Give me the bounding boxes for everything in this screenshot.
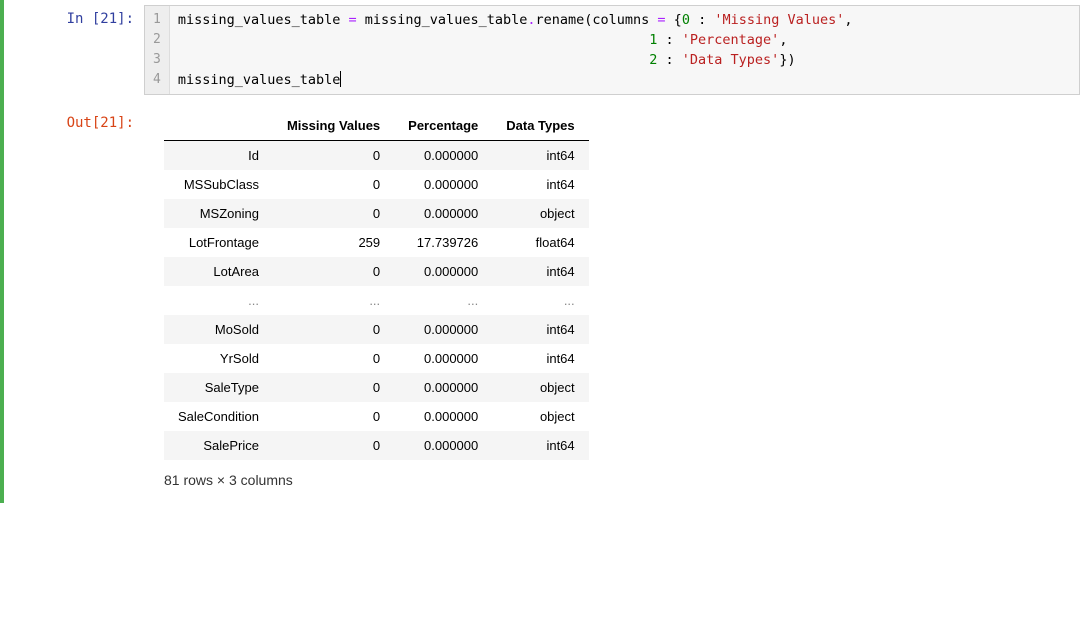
text-cursor: [340, 71, 341, 87]
code-token: missing_values_table: [178, 72, 341, 88]
table-row: SaleType00.000000object: [164, 373, 589, 402]
code-token: 0: [682, 12, 690, 28]
row-index: MSZoning: [164, 199, 273, 228]
dataframe-table: Missing Values Percentage Data Types Id0…: [164, 111, 589, 460]
table-cell: 0.000000: [394, 402, 492, 431]
input-prompt: In [21]:: [4, 5, 144, 27]
table-row: ............: [164, 286, 589, 315]
code-token: rename(columns: [535, 12, 657, 28]
table-cell: 0: [273, 141, 394, 171]
table-cell: 0.000000: [394, 199, 492, 228]
table-cell: int64: [492, 257, 588, 286]
table-cell: object: [492, 402, 588, 431]
code-token: 'Missing Values': [714, 12, 844, 28]
code-token: [178, 32, 649, 48]
code-token: missing_values_table: [357, 12, 528, 28]
code-token: =: [349, 12, 357, 28]
code-token: missing_values_table: [178, 12, 349, 28]
table-cell: int64: [492, 141, 588, 171]
row-index: Id: [164, 141, 273, 171]
table-cell: ...: [492, 286, 588, 315]
table-row: LotFrontage25917.739726float64: [164, 228, 589, 257]
code-token: [178, 52, 649, 68]
code-token: :: [657, 32, 681, 48]
table-cell: 0: [273, 402, 394, 431]
table-cell: 0.000000: [394, 315, 492, 344]
table-cell: int64: [492, 431, 588, 460]
table-row: SaleCondition00.000000object: [164, 402, 589, 431]
table-cell: 0: [273, 344, 394, 373]
gutter-line: 3: [153, 50, 161, 70]
table-cell: object: [492, 199, 588, 228]
table-cell: object: [492, 373, 588, 402]
input-row: In [21]: 1 2 3 4 missing_values_table = …: [4, 5, 1088, 95]
row-index: SaleType: [164, 373, 273, 402]
code-token: {: [666, 12, 682, 28]
output-area: Missing Values Percentage Data Types Id0…: [144, 109, 1088, 498]
output-prompt: Out[21]:: [4, 109, 144, 131]
table-header: Data Types: [492, 111, 588, 141]
table-cell: 0: [273, 315, 394, 344]
table-cell: int64: [492, 344, 588, 373]
table-row: SalePrice00.000000int64: [164, 431, 589, 460]
code-token: ,: [844, 12, 852, 28]
table-cell: 0: [273, 431, 394, 460]
table-cell: 17.739726: [394, 228, 492, 257]
line-gutter: 1 2 3 4: [145, 6, 170, 94]
code-token: ,: [779, 32, 787, 48]
table-cell: int64: [492, 315, 588, 344]
table-header: Percentage: [394, 111, 492, 141]
table-cell: 0.000000: [394, 344, 492, 373]
table-cell: 0: [273, 257, 394, 286]
code-token: =: [657, 12, 665, 28]
table-cell: 0: [273, 170, 394, 199]
gutter-line: 2: [153, 30, 161, 50]
code-input-area[interactable]: 1 2 3 4 missing_values_table = missing_v…: [144, 5, 1080, 95]
table-cell: 259: [273, 228, 394, 257]
table-cell: ...: [273, 286, 394, 315]
dataframe-shape: 81 rows × 3 columns: [164, 472, 1080, 488]
table-cell: float64: [492, 228, 588, 257]
table-row: Id00.000000int64: [164, 141, 589, 171]
table-cell: 0.000000: [394, 257, 492, 286]
code-token: 'Data Types': [682, 52, 780, 68]
row-index: ...: [164, 286, 273, 315]
code-token: }): [779, 52, 795, 68]
row-index: MoSold: [164, 315, 273, 344]
output-row: Out[21]: Missing Values Percentage Data …: [4, 109, 1088, 498]
row-index: SalePrice: [164, 431, 273, 460]
table-row: YrSold00.000000int64: [164, 344, 589, 373]
code-token: :: [657, 52, 681, 68]
table-row: MoSold00.000000int64: [164, 315, 589, 344]
table-cell: 0.000000: [394, 141, 492, 171]
table-cell: 0.000000: [394, 431, 492, 460]
row-index: MSSubClass: [164, 170, 273, 199]
code-editor[interactable]: missing_values_table = missing_values_ta…: [170, 6, 1079, 94]
gutter-line: 4: [153, 70, 161, 90]
code-token: :: [690, 12, 714, 28]
row-index: LotArea: [164, 257, 273, 286]
table-cell: 0: [273, 199, 394, 228]
table-header-index: [164, 111, 273, 141]
code-token: 'Percentage': [682, 32, 780, 48]
row-index: SaleCondition: [164, 402, 273, 431]
table-header-row: Missing Values Percentage Data Types: [164, 111, 589, 141]
table-cell: 0.000000: [394, 170, 492, 199]
table-cell: 0: [273, 373, 394, 402]
table-cell: 0.000000: [394, 373, 492, 402]
table-row: MSSubClass00.000000int64: [164, 170, 589, 199]
row-index: LotFrontage: [164, 228, 273, 257]
table-row: LotArea00.000000int64: [164, 257, 589, 286]
table-header: Missing Values: [273, 111, 394, 141]
row-index: YrSold: [164, 344, 273, 373]
table-row: MSZoning00.000000object: [164, 199, 589, 228]
gutter-line: 1: [153, 10, 161, 30]
notebook-cell: In [21]: 1 2 3 4 missing_values_table = …: [0, 0, 1088, 503]
table-cell: int64: [492, 170, 588, 199]
table-cell: ...: [394, 286, 492, 315]
